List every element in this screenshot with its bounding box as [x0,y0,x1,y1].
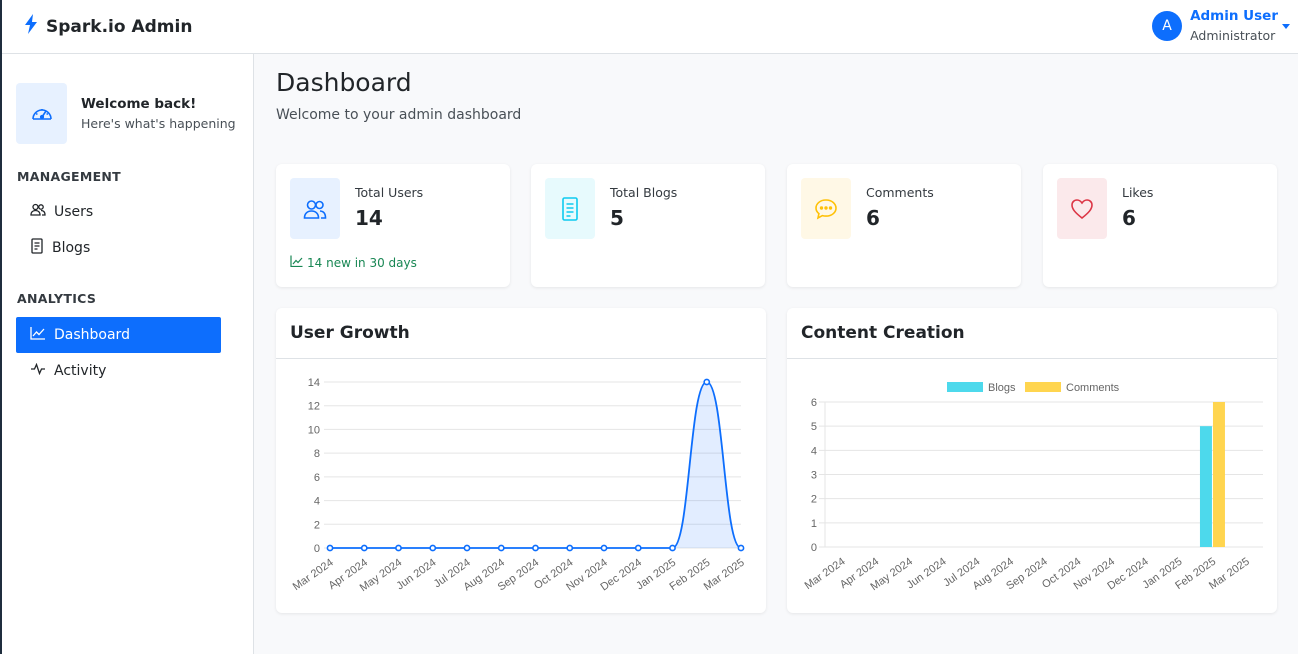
stat-value: 6 [866,206,880,230]
sidebar-item-label: Users [54,204,94,220]
welcome-title: Welcome back! [81,96,197,112]
x-tick-label: Jun 2024 [395,557,439,593]
brand[interactable]: Spark.io Admin [24,14,192,39]
avatar: A [1152,11,1183,41]
page-title: Dashboard [276,68,412,97]
welcome-subtitle: Here's what's happening [81,116,236,131]
chart-line-icon [30,326,46,344]
stat-card-blogs: Total Blogs 5 [531,164,765,287]
chat-icon [801,178,851,239]
data-point[interactable] [429,544,437,552]
stat-value: 5 [610,206,624,230]
caret-down-icon [1282,24,1290,29]
x-tick-label: Mar 2024 [291,557,336,593]
lightning-icon [24,14,38,39]
data-point[interactable] [326,544,334,552]
y-tick-label: 14 [308,377,320,389]
sidebar: Welcome back! Here's what's happening MA… [2,54,254,654]
y-tick-label: 12 [308,401,320,413]
section-label-analytics: ANALYTICS [17,291,97,306]
data-point[interactable] [463,544,471,552]
users-icon [30,203,46,221]
stat-value: 6 [1122,206,1136,230]
data-point[interactable] [600,544,608,552]
stat-label: Total Users [355,185,424,200]
legend-swatch [947,382,983,392]
brand-name: Spark.io Admin [46,16,193,37]
activity-icon [30,362,46,379]
page-subtitle: Welcome to your admin dashboard [276,107,522,123]
y-tick-label: 8 [314,448,320,460]
y-tick-label: 0 [811,542,817,554]
y-tick-label: 5 [811,421,817,433]
legend-swatch [1025,382,1061,392]
y-tick-label: 0 [314,543,320,555]
stat-label: Comments [866,185,934,200]
section-label-management: MANAGEMENT [17,169,122,184]
data-point[interactable] [566,544,574,552]
document-icon [30,238,44,258]
top-navbar: Spark.io Admin A Admin User Administrato… [2,0,1298,54]
data-point[interactable] [634,544,642,552]
user-growth-card: User Growth 0 2 4 6 8 10 12 14 Mar 2024 Apr 2024 M… [276,308,766,613]
chart-title: User Growth [290,323,410,343]
user-growth-chart: 02468101214Mar 2024Apr 2024May 2024Jun 2… [291,377,747,594]
y-tick-label: 4 [314,496,320,508]
welcome-card: Welcome back! Here's what's happening [16,83,236,144]
user-menu[interactable]: A Admin User Administrator [1152,8,1290,44]
chart-title: Content Creation [801,323,965,343]
stat-card-likes: Likes 6 [1043,164,1277,287]
document-icon [545,178,595,239]
y-tick-label: 6 [811,397,817,409]
series-area [330,382,741,548]
sidebar-item-label: Dashboard [54,327,130,343]
y-tick-label: 1 [811,518,817,530]
stat-card-users: Total Users 14 14 new in 30 days [276,164,510,287]
y-tick-label: 10 [308,424,320,436]
sidebar-item-label: Blogs [52,240,91,256]
stat-card-comments: Comments 6 [787,164,1021,287]
user-name: Admin User [1190,8,1278,24]
data-point[interactable] [669,544,676,552]
y-tick-label: 2 [811,494,817,506]
stat-trend-text: 14 new in 30 days [307,255,417,270]
content-creation-chart: Blogs Comments0123456Mar 2024Apr 2024May … [803,382,1263,593]
sidebar-item-label: Activity [54,363,107,379]
sidebar-item-dashboard[interactable]: Dashboard [16,317,221,353]
sidebar-item-activity[interactable]: Activity [16,353,221,389]
sidebar-item-blogs[interactable]: Blogs [16,230,221,266]
heart-icon [1057,178,1107,239]
stat-trend: 14 new in 30 days [290,255,417,270]
stat-label: Total Blogs [610,185,678,200]
legend-label: Comments [1066,382,1120,394]
y-tick-label: 4 [811,445,817,457]
stat-label: Likes [1122,185,1154,200]
data-point[interactable] [395,544,402,552]
data-point[interactable] [360,544,368,552]
y-tick-label: 2 [314,519,320,531]
data-point[interactable] [737,544,745,552]
data-point[interactable] [532,544,539,552]
users-icon [290,178,340,239]
content-creation-card: Content Creation Blogs Comments 0 1 2 3 4 5 6 Mar… [787,308,1277,613]
legend-label: Blogs [988,382,1016,394]
user-role: Administrator [1190,28,1276,43]
data-point[interactable] [703,378,711,386]
bar[interactable] [1212,402,1225,547]
data-point[interactable] [497,544,505,552]
stat-value: 14 [355,206,383,230]
bar[interactable] [1199,426,1212,547]
y-tick-label: 3 [811,470,817,482]
y-tick-label: 6 [314,472,320,484]
series-line [329,381,742,549]
speedometer-icon [16,83,67,144]
sidebar-item-users[interactable]: Users [16,194,221,230]
trend-up-icon [290,255,303,270]
